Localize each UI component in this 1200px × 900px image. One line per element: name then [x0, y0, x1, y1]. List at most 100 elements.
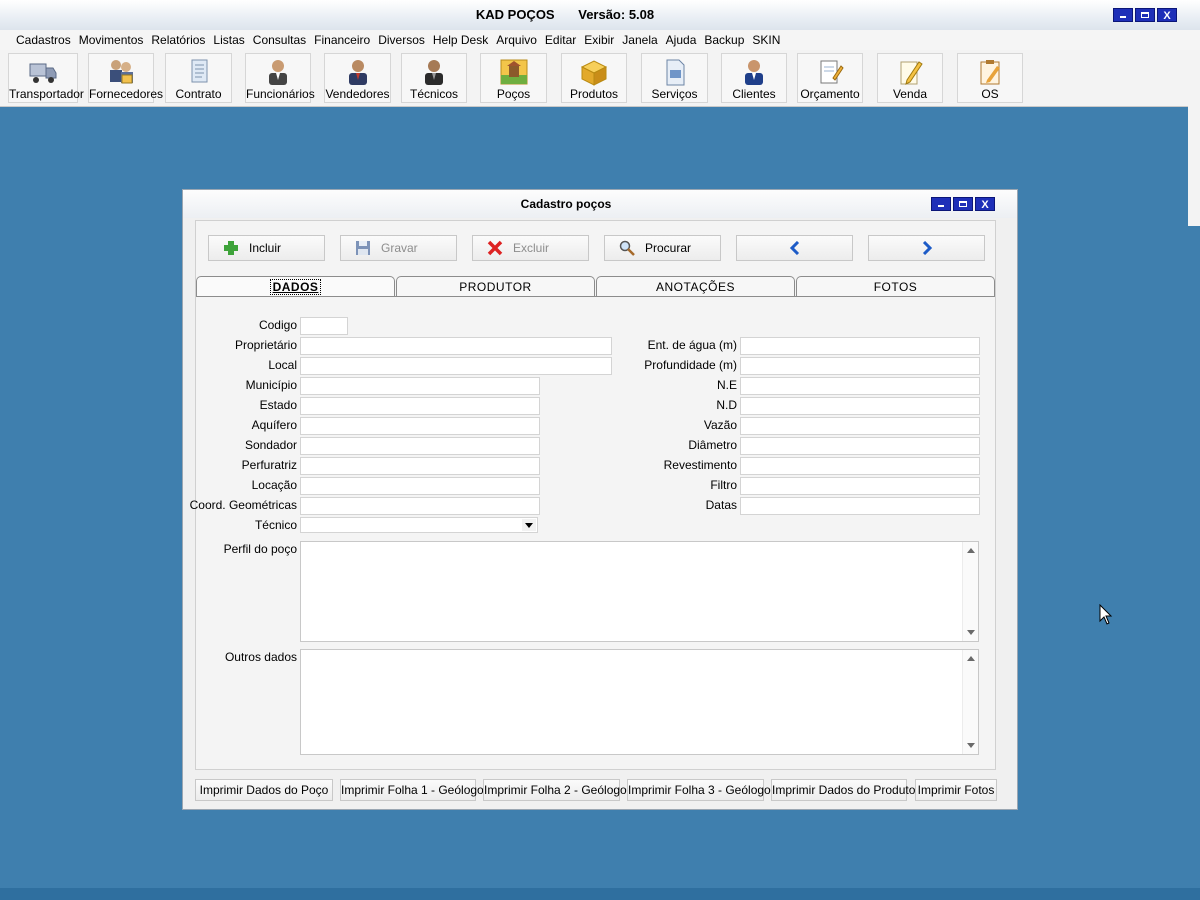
scroll-down-icon[interactable] [967, 743, 975, 748]
imprimir-folha2-button[interactable]: Imprimir Folha 2 - Geólogo [483, 779, 627, 801]
imprimir-dados-produtor-button[interactable]: Imprimir Dados do Produtor [771, 779, 919, 801]
revestimento-label: Revestimento [663, 458, 737, 472]
maximize-button[interactable] [1135, 8, 1155, 22]
dialog-minimize-button[interactable] [931, 197, 951, 211]
aquifero-field[interactable] [300, 417, 540, 435]
tab-fotos[interactable]: FOTOS [796, 276, 995, 297]
perfil-textarea[interactable] [300, 541, 979, 642]
menu-janela[interactable]: Janela [618, 30, 661, 50]
technician-icon [425, 60, 443, 85]
menu-financeiro[interactable]: Financeiro [310, 30, 374, 50]
gravar-label: Gravar [381, 241, 418, 255]
menu-backup[interactable]: Backup [700, 30, 748, 50]
orcamento-button[interactable]: Orçamento [797, 53, 863, 103]
vendedores-label: Vendedores [325, 87, 390, 101]
incluir-label: Incluir [249, 241, 282, 255]
profundidade-field[interactable] [740, 357, 980, 375]
budget-icon [820, 60, 844, 84]
clientes-button[interactable]: Clientes [721, 53, 787, 103]
gravar-button[interactable]: Gravar [340, 235, 457, 261]
outros-dados-textarea[interactable] [300, 649, 979, 755]
menu-diversos[interactable]: Diversos [374, 30, 429, 50]
search-icon [619, 240, 635, 256]
imprimir-folha1-button[interactable]: Imprimir Folha 1 - Geólogo [340, 779, 484, 801]
perfil-label: Perfil do poço [223, 542, 297, 556]
excluir-button[interactable]: Excluir [472, 235, 589, 261]
tecnico-select[interactable] [300, 517, 538, 533]
procurar-label: Procurar [645, 241, 692, 255]
venda-button[interactable]: Venda [877, 53, 943, 103]
chevron-down-icon[interactable] [522, 519, 536, 531]
procurar-button[interactable]: Procurar [604, 235, 721, 261]
os-button[interactable]: OS [957, 53, 1023, 103]
title-bar: KAD POÇOS Versão: 5.08 X [0, 0, 1200, 31]
menu-listas[interactable]: Listas [209, 30, 248, 50]
tecnicos-button[interactable]: Técnicos [401, 53, 467, 103]
contrato-button[interactable]: Contrato [165, 53, 232, 103]
vazao-field[interactable] [740, 417, 980, 435]
outros-dados-scrollbar[interactable] [962, 650, 978, 754]
sondador-label: Sondador [244, 438, 297, 452]
menu-cadastros[interactable]: Cadastros [12, 30, 75, 50]
produtos-button[interactable]: Produtos [561, 53, 627, 103]
menu-editar[interactable]: Editar [541, 30, 580, 50]
tab-dados[interactable]: DADOS [196, 276, 395, 297]
scroll-down-icon[interactable] [967, 630, 975, 635]
transportador-button[interactable]: Transportador [8, 53, 84, 103]
minimize-button[interactable] [1113, 8, 1133, 22]
scroll-up-icon[interactable] [967, 656, 975, 661]
funcionarios-button[interactable]: Funcionários [245, 53, 315, 103]
menu-exibir[interactable]: Exibir [580, 30, 618, 50]
municipio-field[interactable] [300, 377, 540, 395]
imprimir-fotos-button[interactable]: Imprimir Fotos [915, 779, 997, 801]
previous-record-button[interactable] [736, 235, 853, 261]
dialog-body: Incluir Gravar Excluir Procurar DADOS PR… [190, 220, 996, 770]
menu-ajuda[interactable]: Ajuda [662, 30, 701, 50]
menu-movimentos[interactable]: Movimentos [75, 30, 148, 50]
fornecedores-label: Fornecedores [89, 87, 164, 101]
next-record-button[interactable] [868, 235, 985, 261]
menu-skin[interactable]: SKIN [748, 30, 784, 50]
vendedores-button[interactable]: Vendedores [324, 53, 391, 103]
ent-agua-field[interactable] [740, 337, 980, 355]
revestimento-field[interactable] [740, 457, 980, 475]
menu-relatorios[interactable]: Relatórios [147, 30, 209, 50]
perfuratriz-field[interactable] [300, 457, 540, 475]
menu-arquivo[interactable]: Arquivo [492, 30, 541, 50]
tab-anotacoes[interactable]: ANOTAÇÕES [596, 276, 795, 297]
diametro-field[interactable] [740, 437, 980, 455]
locacao-field[interactable] [300, 477, 540, 495]
chevron-right-icon [922, 241, 932, 255]
dialog-maximize-button[interactable] [953, 197, 973, 211]
estado-field[interactable] [300, 397, 540, 415]
imprimir-dados-poco-button[interactable]: Imprimir Dados do Poço [195, 779, 333, 801]
local-field[interactable] [300, 357, 612, 375]
codigo-field[interactable] [300, 317, 348, 335]
servicos-button[interactable]: Serviços [641, 53, 708, 103]
app-title: KAD POÇOS [475, 7, 555, 22]
nd-field[interactable] [740, 397, 980, 415]
close-button[interactable]: X [1157, 8, 1177, 22]
fornecedores-button[interactable]: Fornecedores [88, 53, 164, 103]
proprietario-field[interactable] [300, 337, 612, 355]
perfil-scrollbar[interactable] [962, 542, 978, 641]
desktop-bottom-edge [0, 888, 1200, 900]
coord-geometricas-field[interactable] [300, 497, 540, 515]
scroll-up-icon[interactable] [967, 548, 975, 553]
menu-help-desk[interactable]: Help Desk [429, 30, 492, 50]
dialog-close-button[interactable]: X [975, 197, 995, 211]
datas-field[interactable] [740, 497, 980, 515]
menu-bar: Cadastros Movimentos Relatórios Listas C… [0, 30, 1200, 50]
codigo-label: Codigo [258, 318, 297, 332]
ne-field[interactable] [740, 377, 980, 395]
main-window: KAD POÇOS Versão: 5.08 X Cadastros Movim… [0, 0, 1200, 900]
tab-produtor[interactable]: PRODUTOR [396, 276, 595, 297]
imprimir-folha3-button[interactable]: Imprimir Folha 3 - Geólogo [627, 779, 771, 801]
pocos-button[interactable]: Poços [480, 53, 547, 103]
sondador-field[interactable] [300, 437, 540, 455]
window-title: KAD POÇOS Versão: 5.08 [0, 7, 1130, 22]
incluir-button[interactable]: Incluir [208, 235, 325, 261]
dialog-window-controls: X [931, 197, 995, 211]
filtro-field[interactable] [740, 477, 980, 495]
menu-consultas[interactable]: Consultas [249, 30, 310, 50]
